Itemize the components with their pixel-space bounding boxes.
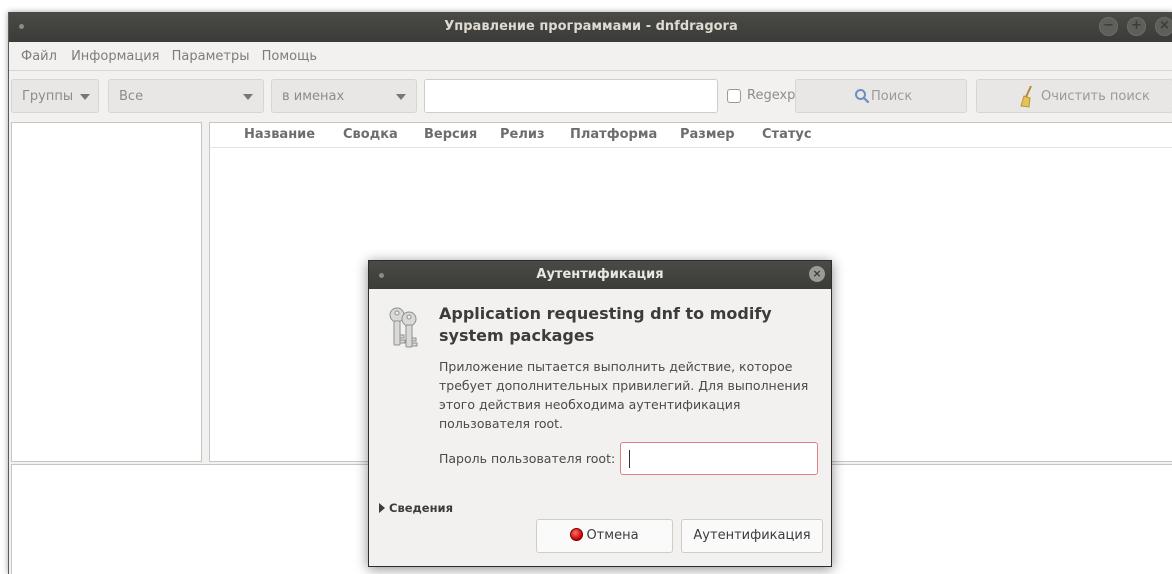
search-scope-value: в именах — [282, 89, 345, 104]
authenticate-button-label: Аутентификация — [693, 528, 811, 543]
regexp-label: Regexp — [747, 88, 796, 103]
password-field[interactable] — [620, 442, 818, 475]
titlebar: Управление программами - dnfdragora − + … — [9, 12, 1172, 42]
stop-icon — [570, 528, 584, 541]
groups-dropdown[interactable]: Группы — [11, 79, 99, 113]
details-label: Сведения — [389, 501, 453, 515]
menu-help[interactable]: Помощь — [262, 49, 317, 64]
keys-icon — [389, 307, 418, 348]
groups-tree[interactable] — [11, 122, 202, 462]
authenticate-button[interactable]: Аутентификация — [681, 519, 823, 553]
search-scope-select[interactable]: в именах — [271, 79, 417, 113]
broom-icon — [1020, 85, 1032, 108]
table-header: Название Сводка Версия Релиз Платформа Р… — [210, 123, 1172, 148]
chevron-down-icon — [243, 94, 253, 100]
close-icon[interactable]: × — [1155, 17, 1172, 36]
search-input[interactable] — [424, 79, 718, 113]
text-caret — [629, 450, 630, 468]
chevron-down-icon — [396, 94, 406, 100]
column-arch[interactable]: Платформа — [570, 127, 657, 142]
menu-file[interactable]: Файл — [21, 49, 57, 64]
search-button[interactable]: Поиск — [795, 79, 967, 113]
search-icon — [855, 89, 870, 104]
chevron-down-icon — [80, 94, 90, 100]
dialog-heading: Application requesting dnf to modify sys… — [439, 304, 772, 345]
toolbar: Группы Все в именах Regexp Поиск Очистит… — [9, 70, 1172, 122]
dialog-close-icon[interactable]: × — [809, 266, 825, 282]
column-summary[interactable]: Сводка — [343, 127, 398, 142]
filter-select[interactable]: Все — [108, 79, 264, 113]
dialog-titlebar: Аутентификация × — [369, 261, 831, 289]
cancel-button[interactable]: Отмена — [536, 519, 673, 553]
checkbox-box[interactable] — [727, 89, 741, 103]
column-version[interactable]: Версия — [424, 127, 477, 142]
details-expander[interactable]: Сведения — [379, 501, 453, 515]
clear-search-label: Очистить поиск — [1041, 89, 1150, 104]
clear-search-button[interactable]: Очистить поиск — [976, 79, 1172, 113]
column-name[interactable]: Название — [244, 127, 315, 142]
auth-dialog: Аутентификация × Application requesting … — [368, 260, 832, 567]
window-title: Управление программами - dnfdragora — [444, 19, 738, 34]
groups-label: Группы — [22, 89, 74, 104]
menu-settings[interactable]: Параметры — [172, 49, 250, 64]
expander-arrow-icon — [379, 503, 385, 513]
dialog-message: Приложение пытается выполнить действие, … — [439, 359, 809, 431]
column-status[interactable]: Статус — [762, 127, 812, 142]
password-label: Пароль пользователя root: — [439, 451, 616, 466]
column-release[interactable]: Релиз — [500, 127, 545, 142]
filter-value: Все — [119, 89, 144, 104]
minimize-icon[interactable]: − — [1099, 17, 1118, 36]
menubar: Файл Информация Параметры Помощь — [9, 42, 1172, 71]
search-button-label: Поиск — [871, 89, 913, 104]
dialog-title: Аутентификация — [536, 267, 664, 282]
cancel-button-label: Отмена — [586, 528, 639, 543]
maximize-icon[interactable]: + — [1127, 17, 1146, 36]
menu-info[interactable]: Информация — [71, 49, 159, 64]
column-size[interactable]: Размер — [680, 127, 735, 142]
